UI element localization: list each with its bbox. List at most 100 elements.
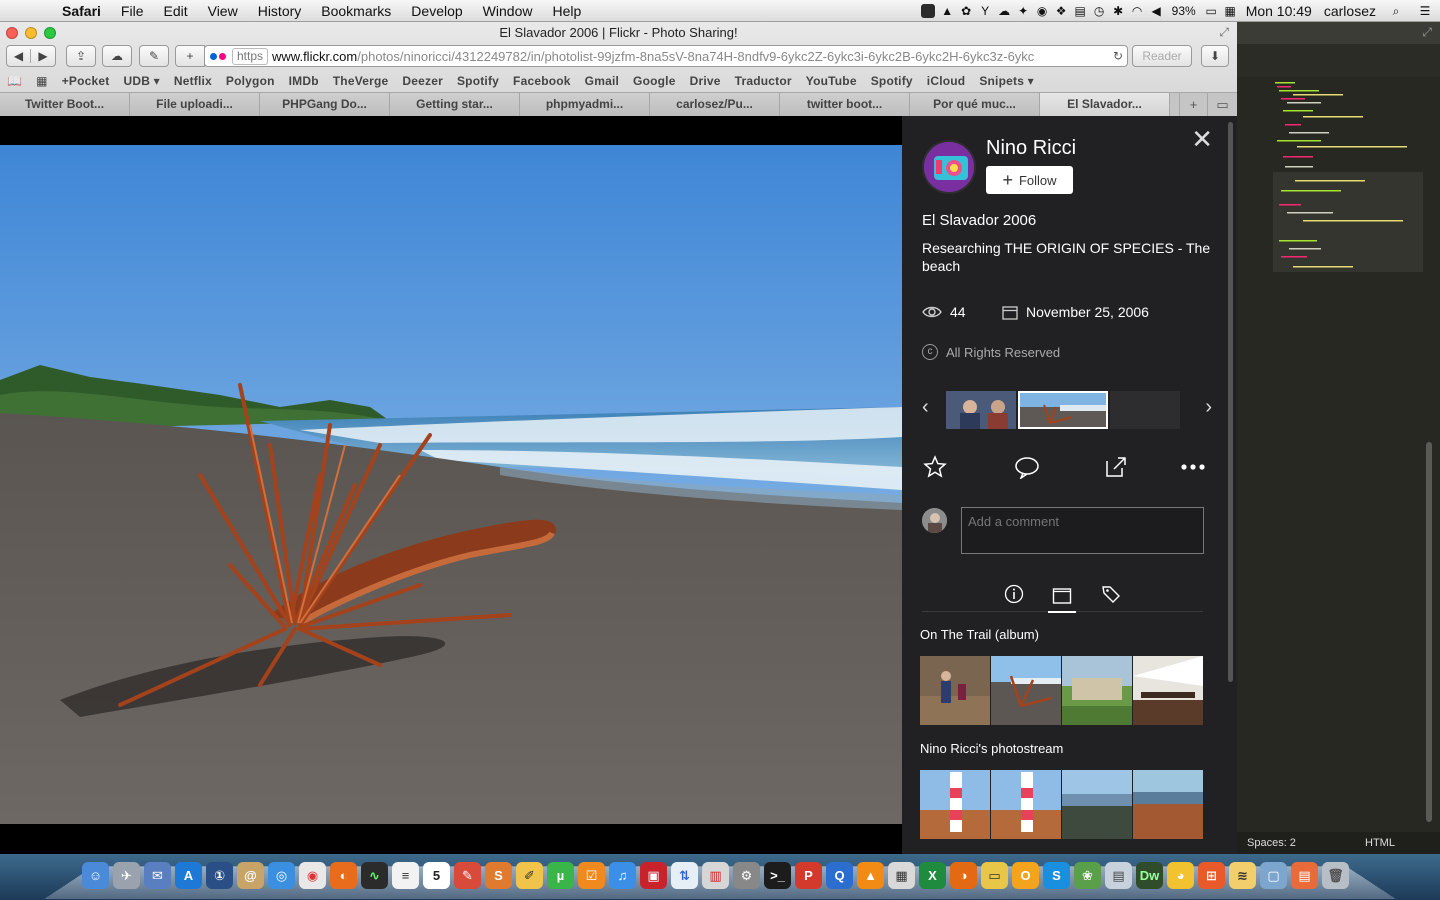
menu-help[interactable]: Help xyxy=(542,0,591,22)
tab-overview-button[interactable]: ▭ xyxy=(1207,93,1237,116)
itunes-icon[interactable]: ♫ xyxy=(609,862,636,889)
owner-name[interactable]: Nino Ricci xyxy=(986,137,1076,160)
back-icon[interactable]: ◀ xyxy=(7,49,32,63)
tab-flickr-el-salvador[interactable]: El Slavador... xyxy=(1040,93,1170,116)
time-machine-icon[interactable]: ◷ xyxy=(1090,0,1109,22)
bookmark-youtube[interactable]: YouTube xyxy=(799,74,864,88)
chrome-icon[interactable]: ◉ xyxy=(299,862,326,889)
paw-icon[interactable]: P xyxy=(795,862,822,889)
frog-app-icon[interactable]: ❀ xyxy=(1074,862,1101,889)
photo-viewer[interactable] xyxy=(0,116,902,854)
tab-tags[interactable] xyxy=(1097,580,1125,608)
follow-button[interactable]: + Follow xyxy=(986,166,1073,194)
fullscreen-icon[interactable]: ⤢ xyxy=(1422,25,1432,40)
sublime-text-icon[interactable]: S xyxy=(485,862,512,889)
wifi-icon[interactable]: ◠ xyxy=(1128,0,1147,22)
editor-scrollbar[interactable] xyxy=(1426,442,1432,822)
tab-twitter-bootstrap-2[interactable]: twitter boot... xyxy=(780,93,910,116)
bookmark-deezer[interactable]: Deezer xyxy=(395,74,450,88)
excel-icon[interactable]: X xyxy=(919,862,946,889)
skype-icon[interactable]: S xyxy=(1043,862,1070,889)
app-icon[interactable]: ⊞ xyxy=(1198,862,1225,889)
menu-edit[interactable]: Edit xyxy=(153,0,197,22)
panel-scrollbar[interactable] xyxy=(1228,122,1233,682)
top-sites-icon[interactable]: ▦ xyxy=(29,74,55,88)
mail-icon[interactable]: ✉ xyxy=(144,862,171,889)
tab-phpgang[interactable]: PHPGang Do... xyxy=(260,93,390,116)
comment-input[interactable] xyxy=(961,507,1204,554)
tab-info[interactable] xyxy=(1000,580,1028,608)
owner-avatar[interactable] xyxy=(922,140,976,194)
bookmark-google[interactable]: Google xyxy=(626,74,683,88)
album-thumb[interactable] xyxy=(1133,656,1203,725)
album-thumb[interactable] xyxy=(920,656,990,725)
photostream-thumb[interactable] xyxy=(1133,770,1203,839)
date-taken[interactable]: November 25, 2006 xyxy=(1026,304,1149,320)
tab-getting-started[interactable]: Getting star... xyxy=(390,93,520,116)
bookmark-snipets[interactable]: Snipets ▾ xyxy=(972,74,1041,88)
memory-icon[interactable]: ▤ xyxy=(1071,0,1090,22)
onepassword-icon[interactable]: ① xyxy=(206,862,233,889)
firefox-icon[interactable]: ◐ xyxy=(330,862,357,889)
volume-icon[interactable]: ◀ xyxy=(1147,0,1166,22)
bookmark-traductor[interactable]: Traductor xyxy=(728,74,799,88)
menu-window[interactable]: Window xyxy=(473,0,543,22)
next-photo-icon[interactable]: › xyxy=(1205,396,1212,419)
more-options-button[interactable] xyxy=(1178,454,1208,480)
bookmark-gmail[interactable]: Gmail xyxy=(578,74,626,88)
bookmark-spotify-2[interactable]: Spotify xyxy=(864,74,920,88)
evernote-icon[interactable] xyxy=(919,0,938,22)
icloud-tabs-button[interactable]: ☁ xyxy=(102,45,132,67)
cloud-icon[interactable]: ☁ xyxy=(995,0,1014,22)
tab-por-que[interactable]: Por qué muc... xyxy=(910,93,1040,116)
dropbox-icon[interactable]: ❖ xyxy=(1052,0,1071,22)
database-icon[interactable]: ≋ xyxy=(1229,862,1256,889)
drive-icon[interactable]: ▲ xyxy=(938,0,957,22)
close-viewer-icon[interactable]: ✕ xyxy=(1191,124,1213,155)
folder-icon[interactable]: ▭ xyxy=(981,862,1008,889)
filmstrip-thumb[interactable] xyxy=(946,391,1016,429)
fork-icon[interactable]: Y xyxy=(976,0,995,22)
back-forward-buttons[interactable]: ◀ ▶ xyxy=(6,45,56,67)
user-name[interactable]: carlosez xyxy=(1318,3,1382,19)
tasks-icon[interactable]: ☑ xyxy=(578,862,605,889)
reload-icon[interactable]: ↻ xyxy=(1108,49,1123,63)
launchpad-icon[interactable]: ✈ xyxy=(113,862,140,889)
system-preferences-icon[interactable]: ⚙ xyxy=(733,862,760,889)
menu-file[interactable]: File xyxy=(111,0,154,22)
menu-app-name[interactable]: Safari xyxy=(52,0,111,22)
favorite-button[interactable] xyxy=(922,454,948,480)
bookmark-theverge[interactable]: TheVerge xyxy=(326,74,396,88)
album-thumb[interactable] xyxy=(1062,656,1132,725)
notification-center-icon[interactable]: ☰ xyxy=(1410,0,1440,22)
quicktime-icon[interactable]: Q xyxy=(826,862,853,889)
forward-icon[interactable]: ▶ xyxy=(31,49,55,63)
office-icon[interactable]: O xyxy=(1012,862,1039,889)
reading-list-icon[interactable]: 📖 xyxy=(0,74,29,88)
reader-button[interactable]: Reader xyxy=(1132,45,1192,67)
image-capture-icon[interactable]: ▦ xyxy=(888,862,915,889)
document-icon[interactable]: ▤ xyxy=(1105,862,1132,889)
documents-stack-icon[interactable]: ▤ xyxy=(1291,862,1318,889)
menu-bookmarks[interactable]: Bookmarks xyxy=(311,0,401,22)
sync-icon[interactable]: ✿ xyxy=(957,0,976,22)
finder-icon[interactable]: ☺ xyxy=(82,862,109,889)
bookmark-udb[interactable]: UDB ▾ xyxy=(116,74,166,88)
vlc-icon[interactable]: ▲ xyxy=(857,862,884,889)
calendar-icon[interactable]: ▦ xyxy=(1221,0,1240,22)
fullscreen-icon[interactable]: ⤢ xyxy=(1219,25,1229,40)
firefox-dev-icon[interactable]: ◑ xyxy=(950,862,977,889)
zoom-window-button[interactable] xyxy=(44,27,56,39)
trash-icon[interactable]: 🗑 xyxy=(1322,862,1349,889)
bookmark-facebook[interactable]: Facebook xyxy=(506,74,578,88)
photostream-title[interactable]: Nino Ricci's photostream xyxy=(920,741,1063,756)
clock[interactable]: Mon 10:49 xyxy=(1240,3,1318,19)
terminal-icon[interactable]: >_ xyxy=(764,862,791,889)
developer-tools-button[interactable]: ✎ xyxy=(139,45,169,67)
share-button[interactable]: ⇪ xyxy=(66,45,96,67)
share-photo-button[interactable] xyxy=(1103,454,1129,480)
tab-albums[interactable] xyxy=(1048,580,1076,613)
filmstrip-thumb-empty[interactable] xyxy=(1110,391,1180,429)
bookmark-spotify[interactable]: Spotify xyxy=(450,74,506,88)
utorrent-icon[interactable]: µ xyxy=(547,862,574,889)
